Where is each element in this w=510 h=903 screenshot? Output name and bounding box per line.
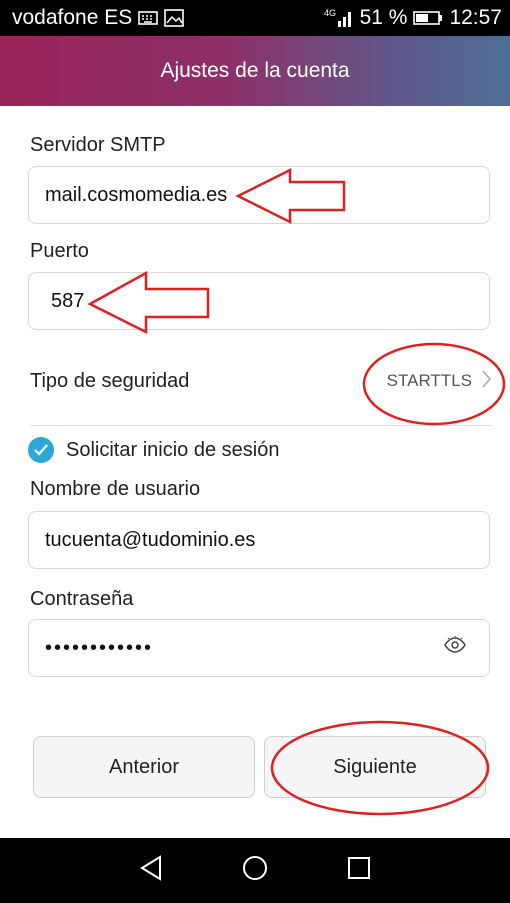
carrier-name: vodafone ES: [12, 6, 133, 29]
smtp-server-value: mail.cosmomedia.es: [45, 183, 228, 206]
navigation-bar: [0, 838, 510, 903]
username-label: Nombre de usuario: [30, 478, 201, 500]
status-bar: vodafone ES 4G 51 % 12:57: [0, 0, 510, 36]
require-login-checkbox[interactable]: [28, 437, 54, 463]
keyboard-icon: [138, 10, 159, 26]
battery-percent: 51 %: [359, 6, 408, 29]
password-label: Contraseña: [30, 588, 134, 610]
password-input[interactable]: ••••••••••••: [28, 619, 490, 677]
recents-icon[interactable]: [347, 856, 371, 885]
security-type-row[interactable]: Tipo de seguridad STARTTLS: [30, 355, 492, 407]
status-bar-left: vodafone ES: [12, 6, 185, 30]
security-type-label: Tipo de seguridad: [30, 369, 190, 392]
next-button[interactable]: Siguiente: [264, 736, 486, 798]
password-value: ••••••••••••: [45, 636, 154, 659]
port-input[interactable]: 587: [28, 272, 490, 330]
username-input[interactable]: tucuenta@tudominio.es: [28, 511, 490, 569]
check-icon: [34, 444, 48, 456]
eye-icon[interactable]: [443, 636, 467, 660]
clock: 12:57: [449, 6, 502, 29]
require-login-label: Solicitar inicio de sesión: [66, 438, 280, 461]
previous-button[interactable]: Anterior: [33, 736, 255, 798]
back-icon[interactable]: [139, 855, 163, 886]
security-type-selector[interactable]: STARTTLS: [386, 369, 492, 393]
page-title: Ajustes de la cuenta: [160, 59, 350, 82]
app-bar: Ajustes de la cuenta: [0, 36, 510, 106]
port-label: Puerto: [30, 240, 89, 262]
security-type-value: STARTTLS: [386, 371, 472, 390]
status-bar-right: 4G 51 % 12:57: [324, 6, 502, 30]
network-type: 4G: [324, 8, 336, 18]
require-login-row[interactable]: Solicitar inicio de sesión: [28, 434, 279, 466]
home-icon[interactable]: [242, 855, 268, 886]
next-button-label: Siguiente: [333, 755, 417, 778]
previous-button-label: Anterior: [108, 755, 180, 778]
port-value: 587: [51, 289, 85, 312]
divider: [30, 425, 492, 426]
username-value: tucuenta@tudominio.es: [45, 528, 256, 551]
smtp-label: Servidor SMTP: [30, 134, 166, 156]
chevron-right-icon: [482, 369, 492, 393]
smtp-server-input[interactable]: mail.cosmomedia.es: [28, 166, 490, 224]
signal-icon: 4G: [324, 7, 354, 29]
image-icon: [164, 9, 185, 27]
battery-icon: [413, 10, 443, 26]
